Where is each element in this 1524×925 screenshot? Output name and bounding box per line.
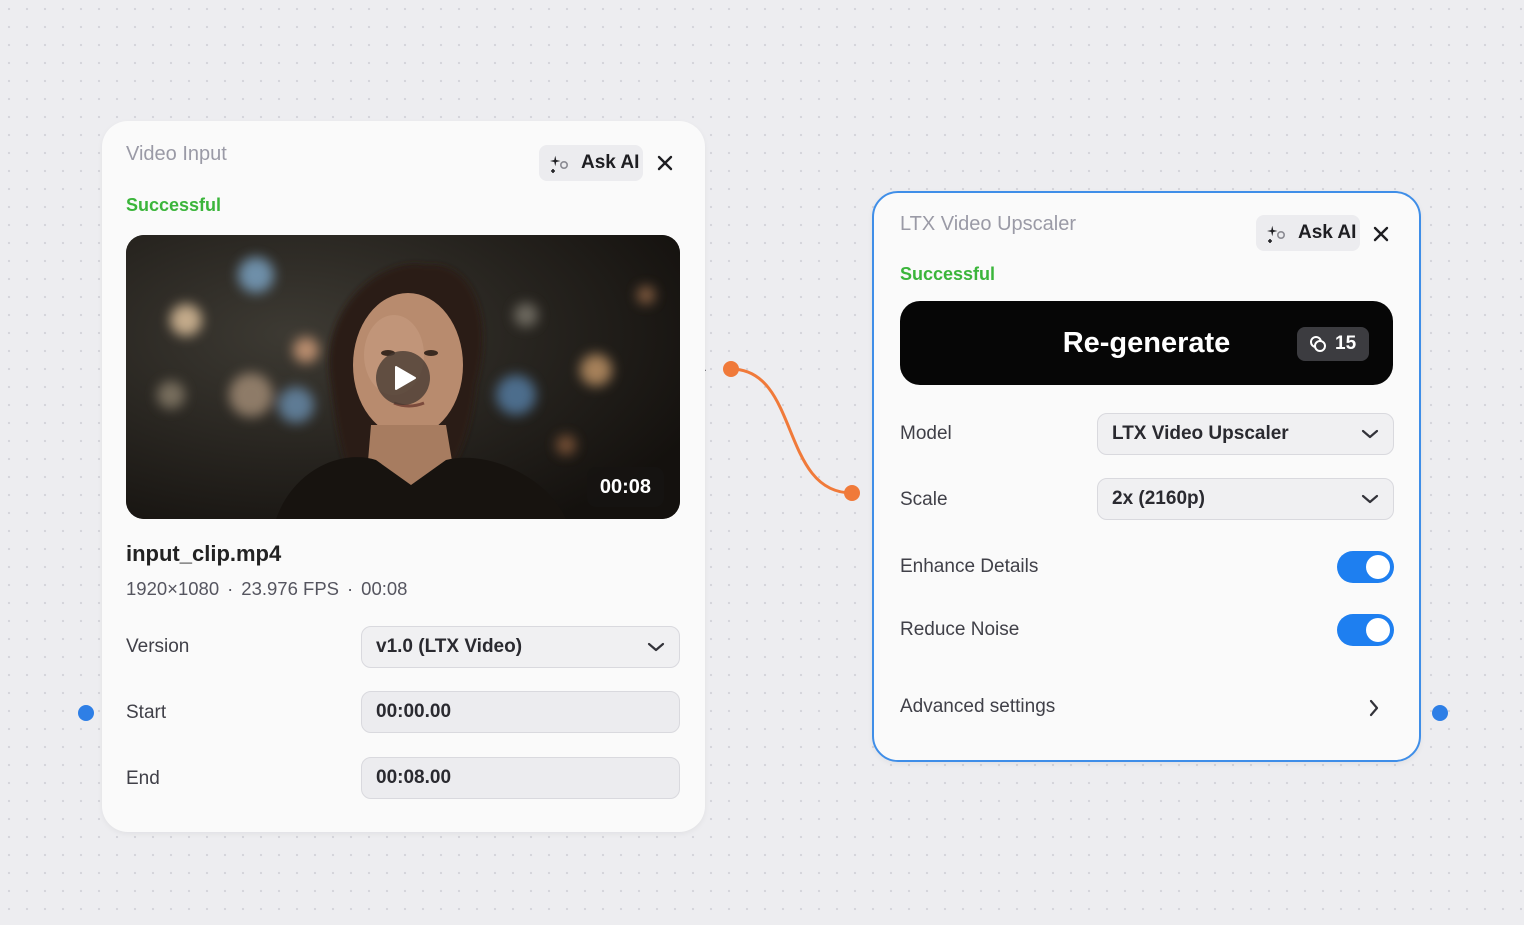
close-icon[interactable] <box>654 152 676 174</box>
play-button[interactable] <box>376 351 430 405</box>
reduce-noise-label: Reduce Noise <box>900 619 1020 640</box>
toggle-knob <box>1366 618 1390 642</box>
ask-ai-button[interactable]: Ask AI <box>1256 215 1360 251</box>
advanced-settings-row[interactable]: Advanced settings <box>900 696 1380 720</box>
start-time-value: 00:00.00 <box>376 701 452 722</box>
version-value: v1.0 (LTX Video) <box>376 636 523 657</box>
node-title: Video Input <box>126 143 227 165</box>
model-label: Model <box>900 423 952 444</box>
ask-ai-button[interactable]: Ask AI <box>539 145 643 181</box>
chevron-down-icon <box>647 642 665 652</box>
model-value: LTX Video Upscaler <box>1112 423 1289 444</box>
enhance-details-label: Enhance Details <box>900 556 1039 577</box>
upscaler-node[interactable]: LTX Video Upscaler Ask AI Successful Re-… <box>872 191 1421 762</box>
model-select[interactable]: LTX Video Upscaler <box>1097 413 1394 455</box>
chevron-right-icon <box>1369 699 1379 717</box>
enhance-details-toggle[interactable] <box>1337 551 1394 583</box>
separator-dot: · <box>347 578 354 599</box>
credit-cost-badge: 15 <box>1297 327 1369 361</box>
video-length: 00:08 <box>361 578 408 599</box>
node-title: LTX Video Upscaler <box>900 213 1077 235</box>
status-text: Successful <box>900 264 996 284</box>
coins-icon <box>1310 336 1326 352</box>
start-label: Start <box>126 702 167 723</box>
start-time-input[interactable]: 00:00.00 <box>361 691 680 733</box>
sparkle-icon <box>1267 225 1286 243</box>
input-handle-video-input[interactable] <box>78 705 94 721</box>
video-preview[interactable]: 00:08 <box>126 235 680 519</box>
frame-rate: 23.976 FPS <box>241 578 339 599</box>
credit-cost: 15 <box>1335 333 1357 354</box>
ask-ai-label: Ask AI <box>581 152 640 173</box>
reduce-noise-toggle[interactable] <box>1337 614 1394 646</box>
end-label: End <box>126 768 160 789</box>
chevron-down-icon <box>1361 494 1379 504</box>
advanced-settings-label: Advanced settings <box>900 696 1056 717</box>
output-handle-video-input[interactable] <box>723 361 739 377</box>
scale-label: Scale <box>900 489 948 510</box>
version-select[interactable]: v1.0 (LTX Video) <box>361 626 680 668</box>
file-name: input_clip.mp4 <box>126 541 282 566</box>
chevron-down-icon <box>1361 429 1379 439</box>
version-label: Version <box>126 636 190 657</box>
ask-ai-label: Ask AI <box>1298 222 1357 243</box>
duration-badge: 00:08 <box>586 467 664 507</box>
video-metadata: 1920×1080 · 23.976 FPS · 00:08 <box>126 578 407 600</box>
sparkle-icon <box>550 155 569 173</box>
play-icon <box>395 366 416 390</box>
status-text: Successful <box>126 195 222 215</box>
output-handle-upscaler[interactable] <box>1432 705 1448 721</box>
video-input-node[interactable]: Video Input Ask AI Successful 00:08 inpu… <box>102 121 705 832</box>
separator-dot: · <box>227 578 234 599</box>
scale-select[interactable]: 2x (2160p) <box>1097 478 1394 520</box>
resolution: 1920×1080 <box>126 578 220 599</box>
end-time-input[interactable]: 00:08.00 <box>361 757 680 799</box>
scale-value: 2x (2160p) <box>1112 488 1205 509</box>
input-handle-upscaler[interactable] <box>844 485 860 501</box>
toggle-knob <box>1366 555 1390 579</box>
regenerate-button[interactable]: Re-generate 15 <box>900 301 1393 385</box>
end-time-value: 00:08.00 <box>376 767 452 788</box>
close-icon[interactable] <box>1370 223 1392 245</box>
